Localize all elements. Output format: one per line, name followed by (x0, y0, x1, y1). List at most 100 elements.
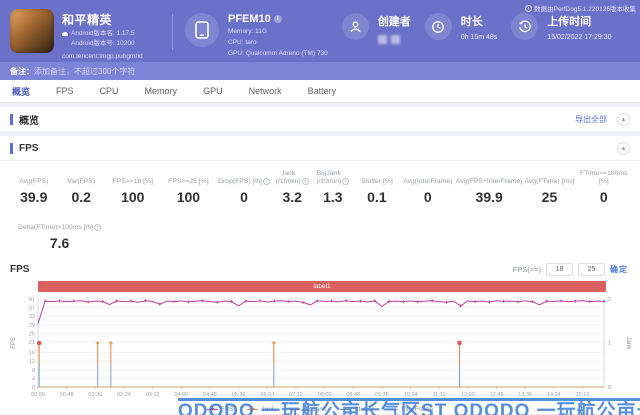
svg-text:14:24: 14:24 (547, 392, 561, 398)
export-all-link[interactable]: 导出全部 (575, 114, 607, 125)
legend-marker (206, 404, 218, 413)
overview-panel: 概览 导出全部 ▴ (0, 107, 640, 132)
note-label: 备注： (10, 66, 34, 76)
svg-text:13:36: 13:36 (518, 392, 532, 398)
tab-Network[interactable]: Network (249, 86, 282, 96)
info-icon[interactable]: ? (342, 178, 350, 185)
app-title: 和平精英 (62, 13, 113, 27)
stat-column: BigJank (/10min)? 1.3 (313, 169, 354, 205)
stat-label: Avg(FPS) (19, 177, 49, 185)
fps-stats-extra: Delta(FTime)>100ms [/h]? 7.6 (0, 205, 102, 251)
legend-marker (247, 404, 259, 413)
svg-text:00:48: 00:48 (60, 392, 74, 398)
fps-chart[interactable]: 0 4 8 12 16 21 25 29 33 37 41 0 1 2 FPS Jank 00:00 00:48 0… (0, 294, 640, 405)
metric-tabs: 概览 FPS CPU Memory GPU Network Battery (0, 80, 640, 103)
legend-item-BigJank[interactable]: BigJank (289, 406, 326, 413)
stat-column: Stutter [%] 0.1 (353, 169, 400, 206)
tab-Memory[interactable]: Memory (145, 86, 178, 96)
svg-text:2: 2 (608, 297, 611, 303)
svg-text:0: 0 (608, 385, 611, 391)
legend-marker (340, 406, 352, 413)
stat-value: 7.6 (49, 235, 70, 251)
history-clock-icon (511, 13, 539, 40)
svg-text:05:36: 05:36 (232, 392, 246, 398)
legend-label: Jank (261, 406, 276, 413)
stat-label: Avg(FPS+InterFrame) (455, 177, 523, 185)
fps-panel: FPS ▴ Avg(FPS) 39.9 Var(FPS) 0.2 FPS>=18 [%]… (0, 136, 640, 414)
app-icon (10, 9, 54, 53)
svg-text:04:00: 04:00 (174, 392, 188, 398)
svg-text:41: 41 (29, 297, 35, 303)
tab-Battery[interactable]: Battery (308, 86, 337, 96)
threshold-confirm-button[interactable]: 确定 (610, 264, 628, 275)
legend-item-Jank[interactable]: Jank (247, 404, 276, 413)
info-icon[interactable]: ? (94, 224, 102, 231)
legend-item-Stutter[interactable]: Stutter (340, 406, 373, 413)
stat-label: FTime>=100ms [%] (580, 170, 628, 185)
stat-column: Avg(InterFrame) 0 (401, 169, 455, 206)
stat-column: Avg(FPS+InterFrame) 39.9 (455, 169, 524, 206)
fps-threshold-input-2[interactable] (578, 263, 605, 276)
svg-text:04:48: 04:48 (203, 392, 217, 398)
device-info-block: PFEM10 i Memory: 11G CPU: taro GPU: Qualc… (177, 0, 328, 62)
stat-value: 0 (240, 189, 248, 205)
svg-text:37: 37 (29, 306, 35, 312)
info-icon[interactable]: ? (301, 178, 309, 185)
legend-label: BigJank (303, 406, 327, 413)
chart-label-bar[interactable]: label1 (38, 281, 606, 292)
legend-label: InterFrame (401, 406, 434, 413)
device-gpu: GPU: Qualcomm Adreno (TM) 730 (228, 50, 328, 57)
svg-text:06:24: 06:24 (260, 392, 274, 398)
stat-value: 1.3 (323, 189, 343, 205)
stat-value: 39.9 (20, 189, 48, 205)
stat-column: Jank (/10min)? 3.2 (272, 169, 313, 205)
creator-block: 创建者 (328, 0, 411, 62)
svg-text:1: 1 (608, 341, 611, 347)
svg-text:12: 12 (29, 359, 35, 365)
info-icon[interactable]: ? (262, 178, 270, 185)
fps-collapse-button[interactable]: ▴ (617, 141, 630, 155)
tab-GPU[interactable]: GPU (203, 86, 223, 96)
legend-marker (289, 406, 301, 413)
svg-text:08:00: 08:00 (318, 392, 332, 398)
chart-legend: FPS Jank BigJank Stutter InterFrame (0, 404, 640, 413)
stat-value: 0.1 (367, 189, 387, 205)
tab-FPS[interactable]: FPS (56, 86, 74, 96)
svg-text:Jank: Jank (625, 337, 631, 351)
note-placeholder: 添加备注，不超过300个字符 (34, 66, 136, 76)
legend-item-FPS[interactable]: FPS (206, 404, 234, 413)
stat-label: Stutter [%] (361, 177, 393, 185)
svg-text:00:00: 00:00 (31, 392, 45, 398)
tab-CPU[interactable]: CPU (100, 86, 119, 96)
fps-threshold-label: FPS(>=) (512, 265, 541, 274)
section-accent-bar (10, 142, 13, 154)
legend-label: FPS (220, 406, 234, 413)
stat-label: Delta(FTime)>100ms [/h]? (18, 215, 102, 231)
stat-value: 0 (423, 189, 432, 205)
svg-text:33: 33 (29, 314, 35, 320)
fps-chart-svg[interactable]: 0481216212529333741012FPS Jank00:00 00:48 0… (8, 294, 632, 400)
android-icon (62, 31, 68, 37)
fps-threshold-input-1[interactable] (546, 263, 573, 276)
fps-stats-row: Avg(FPS) 39.9 Var(FPS) 0.2 FPS>=18 [%] 100 FPS… (0, 161, 640, 205)
user-icon (341, 13, 369, 40)
svg-text:07:12: 07:12 (289, 392, 303, 398)
duration-label: 时长 (460, 16, 483, 28)
duration-block: 时长 0h 15m 48s (411, 0, 497, 62)
svg-text:10:24: 10:24 (404, 392, 418, 398)
app-version-name: Android版本名: 1.17.5 (71, 30, 135, 37)
legend-item-InterFrame[interactable]: InterFrame (387, 406, 433, 413)
tab-概览[interactable]: 概览 (12, 85, 30, 98)
stat-column: Avg(FPS) 39.9 (10, 169, 57, 206)
perfdog-report-page: 和平精英 Android版本名: 1.17.5 Android版本号: 1020… (0, 0, 640, 415)
svg-text:FPS: FPS (11, 337, 17, 349)
stat-label: FPS>=18 [%] (112, 177, 153, 185)
note-row[interactable]: 备注： 添加备注，不超过300个字符 (0, 62, 640, 80)
overview-collapse-button[interactable]: ▴ (617, 112, 630, 126)
svg-text:21: 21 (29, 340, 35, 346)
clock-icon (424, 13, 452, 40)
section-accent-bar (10, 113, 13, 125)
app-info-block: 和平精英 Android版本名: 1.17.5 Android版本号: 1020… (0, 0, 172, 62)
creator-label: 创建者 (377, 16, 411, 28)
stat-column: FTime>=100ms [%] 0 (575, 169, 632, 205)
